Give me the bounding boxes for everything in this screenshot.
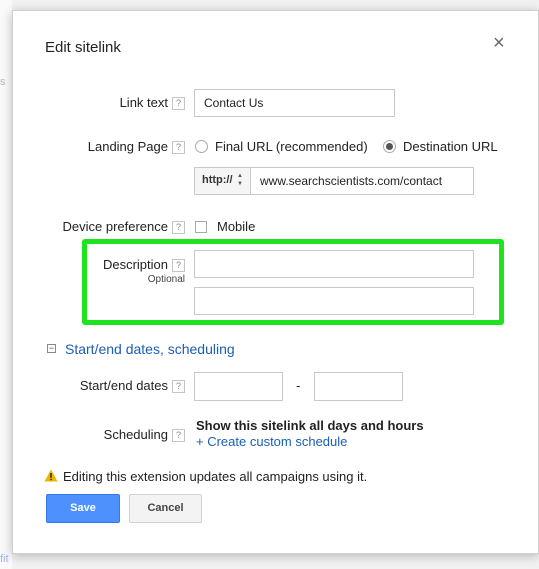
minus-icon: −	[48, 343, 55, 353]
start-end-dates-label: Start/end dates	[79, 378, 168, 393]
create-custom-schedule-link[interactable]: + Create custom schedule	[196, 434, 347, 449]
destination-url-radio[interactable]	[383, 140, 396, 153]
end-date-input[interactable]	[314, 372, 403, 401]
description-line-1-input[interactable]	[194, 250, 474, 278]
dialog-title: Edit sitelink	[45, 39, 121, 56]
save-button[interactable]: Save	[46, 494, 120, 523]
destination-url-input[interactable]: www.searchscientists.com/contact	[250, 167, 474, 195]
description-line-2-input[interactable]	[194, 287, 474, 315]
description-help-icon[interactable]: ?	[172, 259, 185, 272]
link-text-help-icon[interactable]: ?	[172, 97, 185, 110]
device-preference-help-icon[interactable]: ?	[172, 221, 185, 234]
cancel-button[interactable]: Cancel	[129, 494, 202, 523]
scheduling-help-icon[interactable]: ?	[172, 429, 185, 442]
dates-scheduling-section-link[interactable]: Start/end dates, scheduling	[65, 341, 235, 357]
background-link-fragment: fit	[0, 553, 9, 565]
mobile-checkbox[interactable]	[195, 221, 207, 233]
mobile-option-label[interactable]: Mobile	[217, 219, 255, 234]
device-preference-label: Device preference	[62, 219, 169, 234]
landing-page-label: Landing Page	[87, 139, 168, 154]
scheduling-label: Scheduling	[103, 427, 168, 442]
link-text-label: Link text	[119, 95, 168, 110]
warning-icon	[44, 469, 58, 482]
collapse-toggle-icon[interactable]: −	[47, 344, 56, 353]
final-url-option-label[interactable]: Final URL (recommended)	[215, 139, 368, 154]
schedule-summary: Show this sitelink all days and hours	[196, 418, 424, 433]
start-end-dates-help-icon[interactable]: ?	[172, 380, 185, 393]
background-fragment: s	[0, 76, 6, 88]
start-date-input[interactable]	[194, 372, 283, 401]
select-arrows-icon: ▲▼	[237, 173, 243, 187]
warning-message: Editing this extension updates all campa…	[63, 469, 368, 484]
protocol-select[interactable]: http:// ▲▼	[194, 167, 251, 195]
edit-sitelink-dialog: Edit sitelink × Link text ? Contact Us L…	[12, 10, 539, 554]
date-range-separator: -	[296, 378, 301, 393]
description-label: Description	[102, 257, 168, 272]
close-icon[interactable]: ×	[493, 33, 505, 53]
destination-url-option-label[interactable]: Destination URL	[403, 139, 498, 154]
description-optional-note: Optional	[147, 274, 185, 285]
link-text-input[interactable]: Contact Us	[194, 89, 395, 117]
protocol-select-value: http://	[202, 174, 233, 186]
landing-page-help-icon[interactable]: ?	[172, 141, 185, 154]
final-url-radio[interactable]	[195, 140, 208, 153]
